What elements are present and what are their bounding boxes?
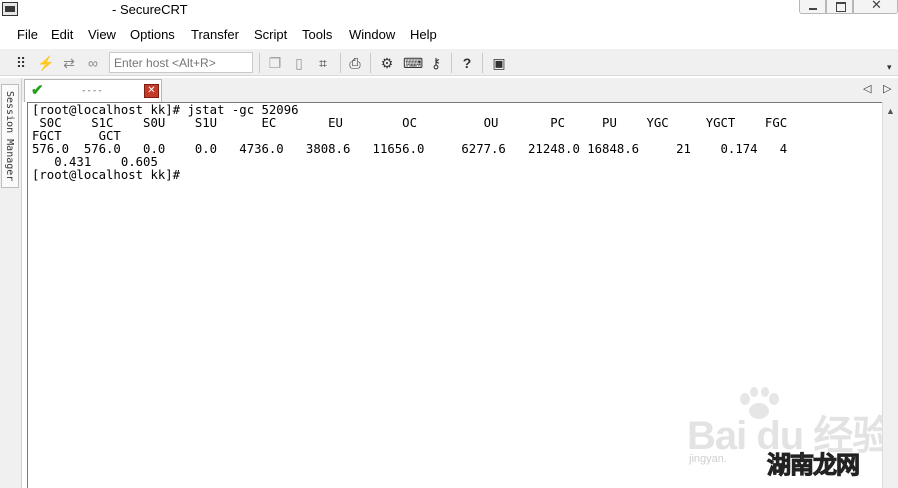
securecrt-app-icon[interactable] <box>2 2 18 16</box>
keymap-icon[interactable]: ⌨ <box>403 54 423 72</box>
scroll-up-icon[interactable]: ▲ <box>886 106 895 116</box>
watermark-url: jingyan. <box>689 453 727 465</box>
chevron-down-icon[interactable]: ▾ <box>887 62 892 73</box>
toolbar: ⠿ ⚡ ⇄ ∞ ❐ ▯ ⌗ ⎙ ⚙ ⌨ ⚷ ? ▣ ▾ <box>0 48 898 76</box>
session-tab[interactable]: ✔ ---- ✕ <box>24 79 162 102</box>
menu-transfer[interactable]: Transfer <box>191 27 239 42</box>
tab-scroll-left-icon[interactable]: ◁ <box>863 82 871 95</box>
find-icon[interactable]: ⌗ <box>314 54 332 72</box>
session-manager-panel: Session Manager <box>0 78 22 488</box>
toolbar-divider <box>451 53 452 73</box>
disconnect-icon[interactable]: ∞ <box>84 54 102 72</box>
terminal-scrollbar[interactable]: ▲ <box>882 102 898 488</box>
connected-check-icon: ✔ <box>31 82 44 99</box>
quick-connect-icon[interactable]: ⚡ <box>37 54 55 72</box>
tab-close-button[interactable]: ✕ <box>144 84 159 98</box>
session-tab-strip: ✔ ---- ✕ ◁ ▷ <box>22 78 898 102</box>
gear-icon[interactable]: ⚙ <box>378 54 396 72</box>
maximize-button[interactable] <box>826 0 853 14</box>
terminal-line: S0C S1C S0U S1U EC EU OC OU PC PU YGC YG… <box>32 116 788 130</box>
menu-options[interactable]: Options <box>130 27 175 42</box>
reconnect-icon[interactable]: ⇄ <box>60 54 78 72</box>
menu-window[interactable]: Window <box>349 27 395 42</box>
host-input[interactable] <box>109 52 253 73</box>
title-redacted <box>24 3 108 17</box>
menu-file[interactable]: File <box>17 27 38 42</box>
session-manager-label: Session Manager <box>4 91 15 182</box>
menu-script[interactable]: Script <box>254 27 287 42</box>
tab-scroll-right-icon[interactable]: ▷ <box>883 82 891 95</box>
minimize-button[interactable] <box>799 0 826 14</box>
toolbar-divider <box>340 53 341 73</box>
paste-icon[interactable]: ▯ <box>290 54 308 72</box>
terminal-line: [root@localhost kk]# <box>32 168 188 182</box>
menu-bar: File Edit View Options Transfer Script T… <box>0 24 898 46</box>
menu-help[interactable]: Help <box>410 27 437 42</box>
session-manager-tab[interactable]: Session Manager <box>1 84 19 188</box>
menu-tools[interactable]: Tools <box>302 27 332 42</box>
watermark: Bai du 经验 jingyan. 湖南龙网 <box>687 387 898 488</box>
copy-icon[interactable]: ❐ <box>266 54 284 72</box>
connect-icon[interactable]: ⠿ <box>12 54 30 72</box>
menu-view[interactable]: View <box>88 27 116 42</box>
toolbar-divider <box>259 53 260 73</box>
watermark-site: 湖南龙网 <box>767 451 861 480</box>
window-title: - SecureCRT <box>112 2 188 17</box>
close-window-button[interactable]: ✕ <box>853 0 898 14</box>
menu-edit[interactable]: Edit <box>51 27 73 42</box>
print-icon[interactable]: ⎙ <box>346 54 364 72</box>
key-icon[interactable]: ⚷ <box>427 54 445 72</box>
terminal-cursor <box>188 169 195 182</box>
terminal-output[interactable]: [root@localhost kk]# jstat -gc 52096 S0C… <box>27 102 892 488</box>
title-bar: - SecureCRT ✕ <box>0 0 898 22</box>
sftp-icon[interactable]: ▣ <box>490 54 508 72</box>
close-icon: ✕ <box>871 0 882 12</box>
tab-label: ---- <box>81 86 103 96</box>
toolbar-divider <box>370 53 371 73</box>
toolbar-divider <box>482 53 483 73</box>
help-icon[interactable]: ? <box>458 54 476 72</box>
